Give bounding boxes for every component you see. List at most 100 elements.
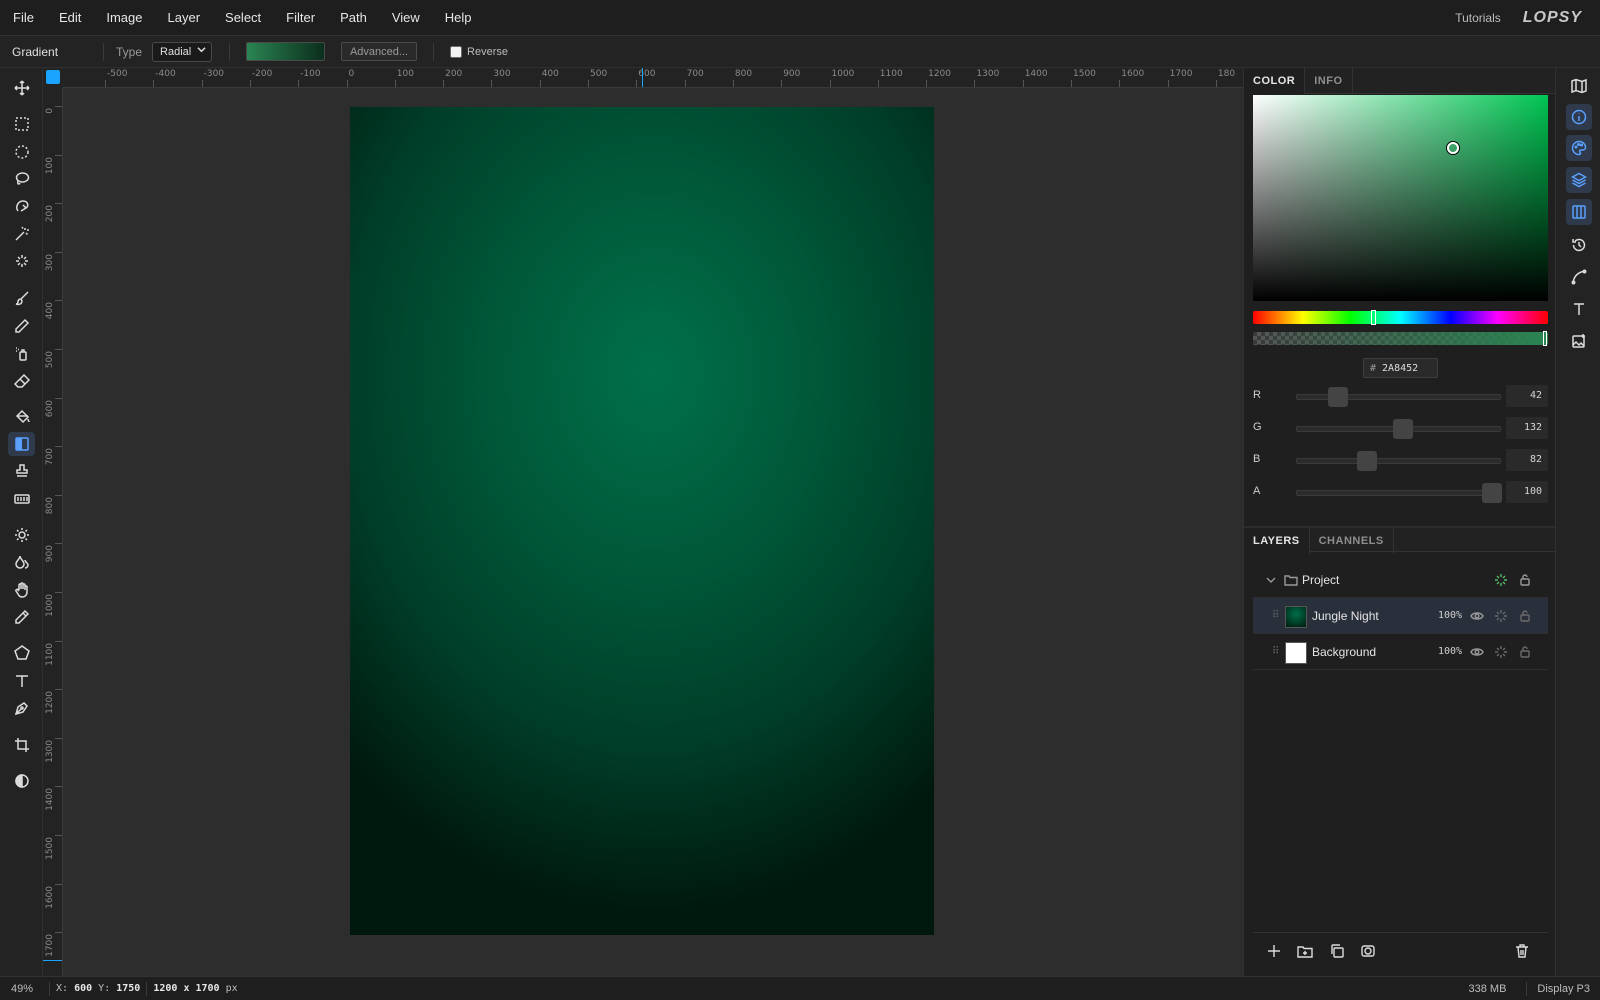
menu-file[interactable]: File [0,0,46,36]
tab-color[interactable]: COLOR [1244,68,1306,94]
ellipse-select-icon[interactable] [8,140,35,164]
saturation-value-picker[interactable] [1253,95,1548,301]
channel-value-a[interactable]: 100 [1506,481,1548,503]
shape-icon[interactable] [8,641,35,665]
quick-select-icon[interactable] [8,249,35,273]
menu-select[interactable]: Select [212,0,273,36]
magic-wand-icon[interactable] [8,222,35,246]
layer-opacity[interactable]: 100% [1438,646,1462,657]
horizontal-ruler[interactable]: -500 -400 -300 -200 -100 0 100 200 300 400 500 600 7… [63,68,1243,88]
pencil-icon[interactable] [8,314,35,338]
paint-bucket-icon[interactable] [8,404,35,428]
channel-slider-b[interactable] [1296,451,1501,471]
menu-help[interactable]: Help [432,0,484,36]
hue-slider-handle[interactable] [1371,310,1376,325]
lock-icon[interactable] [1518,573,1532,587]
alpha-slider[interactable] [1253,331,1548,346]
mask-icon[interactable] [1360,943,1376,959]
dodge-icon[interactable] [8,523,35,547]
eraser-icon[interactable] [8,369,35,393]
reverse-checkbox[interactable] [450,45,463,58]
layer-row[interactable]: ⠿ Jungle Night 100% [1253,598,1548,634]
channel-slider-thumb[interactable] [1356,451,1377,471]
hex-input[interactable]: # 2A8452 [1363,358,1438,378]
channel-value-g[interactable]: 132 [1506,417,1548,439]
vertical-ruler[interactable]: 0 100 200 300 400 500 600 700 800 900 1000 1100 1200… [43,88,63,976]
info-icon[interactable] [1566,104,1592,130]
tab-layers[interactable]: LAYERS [1244,528,1310,554]
channels-icon[interactable] [1566,199,1592,225]
gradient-preview-swatch[interactable] [246,42,326,61]
channel-value-r[interactable]: 42 [1506,385,1548,407]
color-profile[interactable]: Display P3 [1537,983,1590,995]
zoom-level[interactable]: 49% [0,983,43,995]
chevron-down-icon[interactable] [1264,573,1278,587]
duplicate-layer-icon[interactable] [1329,943,1345,959]
channel-slider-thumb[interactable] [1392,419,1413,439]
channel-slider-a[interactable] [1296,483,1502,503]
layer-name[interactable]: Jungle Night [1312,609,1379,623]
color-picker-cursor[interactable] [1447,142,1459,154]
alpha-slider-handle[interactable] [1543,331,1547,346]
pattern-icon[interactable] [8,487,35,511]
gradient-icon[interactable] [8,432,35,456]
add-layer-icon[interactable] [1266,943,1282,959]
tab-info[interactable]: INFO [1305,68,1353,94]
eye-icon[interactable] [1470,645,1484,659]
layer-opacity[interactable]: 100% [1438,610,1462,621]
menu-path[interactable]: Path [327,0,379,36]
channel-slider-thumb[interactable] [1482,483,1502,503]
gradient-type-select[interactable]: Radial [152,41,213,62]
menu-view[interactable]: View [379,0,432,36]
effects-icon[interactable] [1494,573,1508,587]
canvas-area[interactable] [63,88,1243,976]
ruler-origin-marker[interactable] [46,70,60,84]
tab-channels[interactable]: CHANNELS [1310,528,1394,554]
channel-slider-g[interactable] [1296,419,1501,439]
layer-group-project[interactable]: Project [1253,562,1548,598]
crop-icon[interactable] [8,733,35,757]
character-text-icon[interactable] [1566,296,1592,322]
move-icon[interactable] [8,76,35,100]
stamp-icon[interactable] [8,459,35,483]
trash-icon[interactable] [1514,943,1530,959]
pen-icon[interactable] [8,696,35,720]
rect-select-icon[interactable] [8,112,35,136]
image-adjust-icon[interactable] [1566,328,1592,354]
channel-slider-thumb[interactable] [1327,387,1348,407]
lock-icon[interactable] [1518,609,1532,623]
contrast-icon[interactable] [8,769,35,793]
new-group-icon[interactable] [1297,943,1313,959]
paths-icon[interactable] [1566,264,1592,290]
eye-icon[interactable] [1470,609,1484,623]
layer-row[interactable]: ⠿ Background 100% [1253,634,1548,670]
document-canvas[interactable] [350,107,934,935]
blur-icon[interactable] [8,550,35,574]
magnetic-lasso-icon[interactable] [8,195,35,219]
lasso-icon[interactable] [8,167,35,191]
hue-slider[interactable] [1253,310,1548,325]
effects-icon[interactable] [1494,609,1508,623]
brush-icon[interactable] [8,286,35,310]
effects-icon[interactable] [1494,645,1508,659]
menu-filter[interactable]: Filter [273,0,327,36]
palette-icon[interactable] [1566,135,1592,161]
layer-name[interactable]: Background [1312,645,1376,659]
lock-icon[interactable] [1518,645,1532,659]
navigator-map-icon[interactable] [1566,73,1592,99]
tutorials-link[interactable]: Tutorials [1455,11,1501,25]
smudge-icon[interactable] [8,578,35,602]
drag-handle-icon[interactable]: ⠿ [1272,610,1279,621]
channel-slider-r[interactable] [1296,387,1501,407]
text-icon[interactable] [8,669,35,693]
menu-layer[interactable]: Layer [155,0,213,36]
menu-image[interactable]: Image [93,0,154,36]
spray-icon[interactable] [8,341,35,365]
drag-handle-icon[interactable]: ⠿ [1272,646,1279,657]
channel-value-b[interactable]: 82 [1506,449,1548,471]
eyedropper-icon[interactable] [8,605,35,629]
history-icon[interactable] [1566,232,1592,258]
layers-icon[interactable] [1566,167,1592,193]
layer-name[interactable]: Project [1302,573,1339,587]
menu-edit[interactable]: Edit [46,0,93,36]
